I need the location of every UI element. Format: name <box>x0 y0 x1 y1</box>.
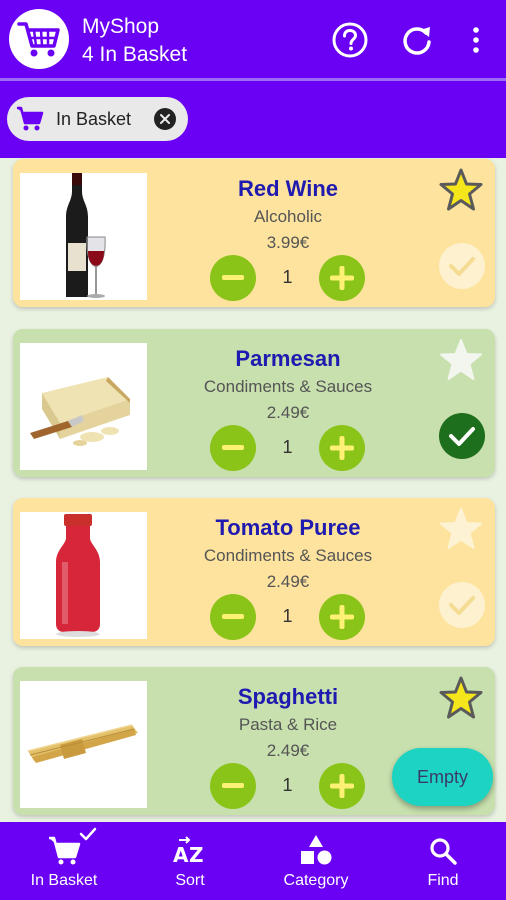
check-icon <box>449 596 475 615</box>
refresh-button[interactable] <box>397 20 437 60</box>
product-price: 2.49€ <box>266 741 310 760</box>
app-title-block: MyShop 4 In Basket <box>82 13 187 69</box>
quantity-value: 1 <box>282 267 293 287</box>
increase-quantity-button[interactable] <box>319 255 365 301</box>
product-name: Spaghetti <box>237 684 339 709</box>
product-card[interactable]: Tomato Puree Condiments & Sauces 2.49€ 1 <box>13 498 495 646</box>
decrease-quantity-button[interactable] <box>210 594 256 640</box>
more-options-button[interactable] <box>456 20 496 60</box>
increase-quantity-button[interactable] <box>319 425 365 471</box>
spaghetti-image <box>20 681 147 808</box>
quantity-value: 1 <box>282 775 293 795</box>
filter-bar: In Basket <box>0 81 506 158</box>
nav-label: Find <box>427 872 459 889</box>
product-price: 2.49€ <box>266 403 310 422</box>
parmesan-image <box>20 343 147 470</box>
svg-text:Z: Z <box>189 843 204 866</box>
filter-chip-label: In Basket <box>56 108 132 129</box>
nav-category[interactable]: Category <box>271 822 361 900</box>
app-bar: MyShop 4 In Basket <box>0 0 506 78</box>
empty-basket-button[interactable]: Empty <box>392 748 493 806</box>
product-name: Tomato Puree <box>215 515 361 540</box>
bottom-navigation: In Basket A Z Sort Category Find <box>0 822 506 900</box>
decrease-quantity-button[interactable] <box>210 763 256 809</box>
nav-find[interactable]: Find <box>404 822 482 900</box>
product-card[interactable]: Parmesan Condiments & Sauces 2.49€ 1 <box>13 329 495 477</box>
cart-logo-icon <box>9 9 69 69</box>
in-basket-filter-chip[interactable]: In Basket <box>7 97 188 141</box>
quantity-value: 1 <box>282 437 293 457</box>
plus-icon <box>330 774 354 798</box>
plus-icon <box>330 436 354 460</box>
basket-count: 4 In Basket <box>82 43 188 66</box>
product-category: Pasta & Rice <box>238 715 338 734</box>
svg-text:A: A <box>173 843 189 866</box>
product-category: Condiments & Sauces <box>203 546 373 565</box>
more-vert-icon <box>473 27 479 53</box>
cart-check-icon <box>29 822 99 866</box>
minus-icon <box>222 445 244 450</box>
favorite-star-icon[interactable] <box>438 337 484 383</box>
sort-az-icon: A Z <box>173 822 207 866</box>
product-category: Alcoholic <box>253 207 323 226</box>
increase-quantity-button[interactable] <box>319 594 365 640</box>
shapes-icon <box>299 822 333 866</box>
tomato-puree-image <box>20 512 147 639</box>
plus-icon <box>330 266 354 290</box>
red-wine-image <box>20 173 147 300</box>
product-price: 3.99€ <box>266 233 310 252</box>
in-basket-check-button[interactable] <box>439 582 485 628</box>
nav-label: Category <box>283 872 349 889</box>
plus-icon <box>330 605 354 629</box>
in-basket-check-button[interactable] <box>439 243 485 289</box>
minus-icon <box>222 614 244 619</box>
close-icon[interactable] <box>154 108 176 130</box>
check-icon <box>449 427 475 446</box>
in-basket-check-button[interactable] <box>439 413 485 459</box>
favorite-star-icon[interactable] <box>438 167 484 213</box>
product-list[interactable]: Red Wine Alcoholic 3.99€ 1 Parmesan Cond… <box>0 158 506 822</box>
help-button[interactable] <box>330 20 370 60</box>
favorite-star-icon[interactable] <box>438 675 484 721</box>
product-price: 2.49€ <box>266 572 310 591</box>
nav-label: Sort <box>175 872 205 889</box>
quantity-value: 1 <box>282 606 293 626</box>
app-title: MyShop <box>82 15 160 38</box>
minus-icon <box>222 275 244 280</box>
nav-label: In Basket <box>30 872 98 889</box>
nav-sort[interactable]: A Z Sort <box>150 822 230 900</box>
decrease-quantity-button[interactable] <box>210 425 256 471</box>
search-icon <box>428 822 458 866</box>
refresh-icon <box>403 27 431 55</box>
help-circle-icon <box>332 22 368 58</box>
increase-quantity-button[interactable] <box>319 763 365 809</box>
product-name: Parmesan <box>235 346 341 371</box>
cart-icon <box>17 106 44 131</box>
product-name: Red Wine <box>237 176 339 201</box>
product-card[interactable]: Red Wine Alcoholic 3.99€ 1 <box>13 159 495 307</box>
minus-icon <box>222 783 244 788</box>
product-category: Condiments & Sauces <box>203 377 373 396</box>
check-icon <box>449 257 475 276</box>
favorite-star-icon[interactable] <box>438 506 484 552</box>
decrease-quantity-button[interactable] <box>210 255 256 301</box>
nav-in-basket[interactable]: In Basket <box>14 822 114 900</box>
